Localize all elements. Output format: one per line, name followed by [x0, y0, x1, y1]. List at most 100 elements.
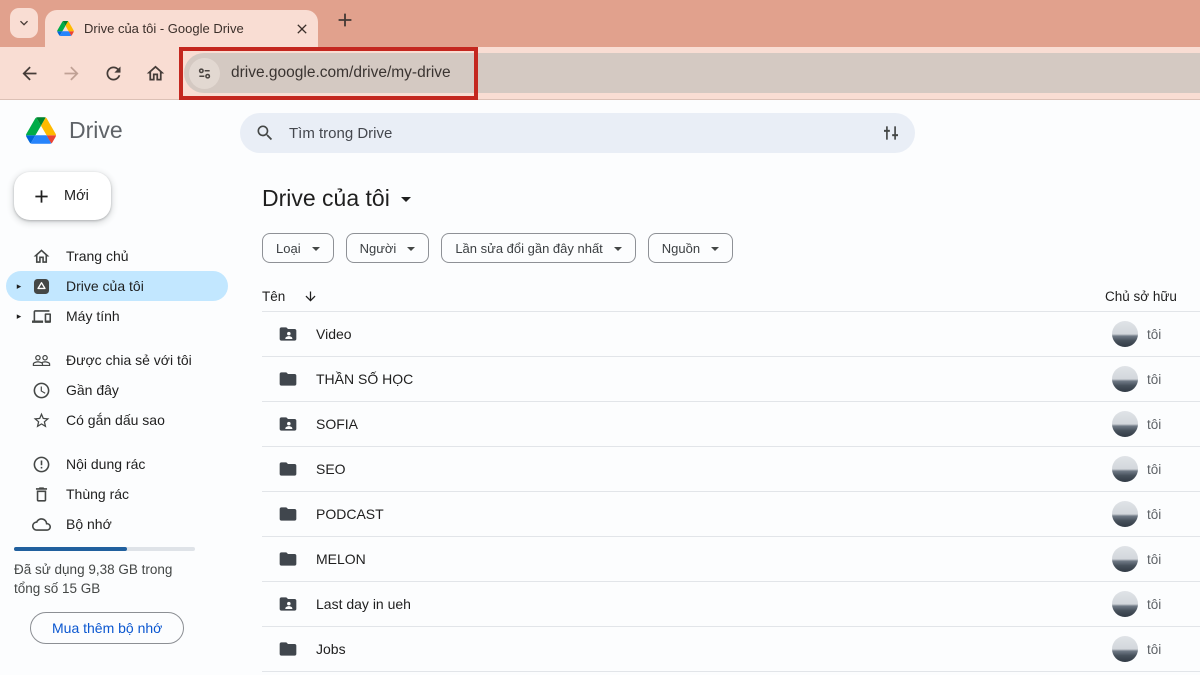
file-row[interactable]: Jobstôi [262, 627, 1200, 672]
sidebar-item-storage[interactable]: Bộ nhớ [6, 509, 228, 539]
sidebar-item-starred[interactable]: Có gắn dấu sao [6, 405, 228, 435]
filter-chip-label: Người [360, 241, 397, 256]
owner-cell: tôi [1112, 546, 1200, 572]
people-icon [32, 351, 51, 370]
file-table: Tên Chủ sở hữu VideotôiTHẦN SỐ HỌCtôiSOF… [262, 282, 1200, 672]
sidebar-item-computers[interactable]: ▸Máy tính [6, 301, 228, 331]
filter-chip-people[interactable]: Người [346, 233, 430, 263]
owner-cell: tôi [1112, 411, 1200, 437]
file-rows: VideotôiTHẦN SỐ HỌCtôiSOFIAtôiSEOtôiPODC… [262, 312, 1200, 672]
filter-chip-source[interactable]: Nguồn [648, 233, 733, 263]
owner-name: tôi [1147, 327, 1161, 342]
filter-chip-label: Lần sửa đổi gần đây nhất [455, 241, 602, 256]
sidebar-item-shared-with-me[interactable]: Được chia sẻ với tôi [6, 345, 228, 375]
main-content: Tìm trong Drive Drive của tôi Loại Người L… [240, 100, 1200, 675]
browser-toolbar: drive.google.com/drive/my-drive [0, 47, 1200, 100]
storage-progress-bar [14, 547, 195, 551]
file-name: MELON [316, 551, 366, 567]
expand-arrow-icon[interactable]: ▸ [6, 281, 32, 292]
sidebar-item-label: Thùng rác [66, 486, 129, 502]
owner-name: tôi [1147, 372, 1161, 387]
owner-name: tôi [1147, 507, 1161, 522]
tab-search-button[interactable] [10, 8, 38, 38]
sidebar-nav-primary: Trang chủ ▸ Drive của tôi ▸Máy tính [0, 241, 240, 331]
new-button[interactable]: Mới [14, 172, 111, 220]
sidebar-item-label: Drive của tôi [66, 278, 144, 294]
address-bar[interactable]: drive.google.com/drive/my-drive [184, 53, 1200, 93]
file-row[interactable]: Last day in uehtôi [262, 582, 1200, 627]
dropdown-caret-icon [711, 247, 719, 251]
url-text: drive.google.com/drive/my-drive [231, 64, 451, 82]
page-title: Drive của tôi [262, 185, 390, 212]
owner-cell: tôi [1112, 321, 1200, 347]
back-button[interactable] [11, 55, 47, 91]
owner-avatar [1112, 546, 1138, 572]
owner-name: tôi [1147, 642, 1161, 657]
back-arrow-icon [19, 63, 40, 84]
app-name: Drive [69, 117, 123, 144]
filter-chip-type[interactable]: Loại [262, 233, 334, 263]
tab-title: Drive của tôi - Google Drive [84, 21, 292, 36]
tab-strip: Drive của tôi - Google Drive [0, 0, 1200, 47]
search-placeholder: Tìm trong Drive [289, 125, 881, 142]
folder-icon [278, 639, 298, 659]
sidebar-item-label: Nội dung rác [66, 456, 145, 472]
filter-chip-modified[interactable]: Lần sửa đổi gần đây nhất [441, 233, 635, 263]
filter-chip-label: Nguồn [662, 241, 700, 256]
storage-section: Đã sử dụng 9,38 GB trong tổng số 15 GB M… [0, 547, 240, 644]
owner-name: tôi [1147, 462, 1161, 477]
file-row[interactable]: MELON tôi [262, 537, 1200, 582]
sidebar-item-home[interactable]: Trang chủ [6, 241, 228, 271]
file-row[interactable]: PODCASTtôi [262, 492, 1200, 537]
file-row[interactable]: THẦN SỐ HỌCtôi [262, 357, 1200, 402]
sort-direction-icon[interactable] [303, 289, 318, 304]
storage-usage-text: Đã sử dụng 9,38 GB trong tổng số 15 GB [14, 560, 200, 598]
sidebar-item-spam[interactable]: Nội dung rác [6, 449, 228, 479]
sidebar-nav-tertiary: Nội dung rác Thùng rác Bộ nhớ [0, 449, 240, 539]
tab-close-button[interactable] [292, 19, 312, 39]
file-row[interactable]: SEO tôi [262, 447, 1200, 492]
sidebar-item-my-drive[interactable]: ▸ Drive của tôi [6, 271, 228, 301]
file-name: SEO [316, 461, 346, 477]
browser-tab[interactable]: Drive của tôi - Google Drive [45, 10, 318, 47]
drive-search-bar[interactable]: Tìm trong Drive [240, 113, 915, 153]
close-icon [294, 21, 310, 37]
devices-icon [32, 307, 51, 326]
owner-cell: tôi [1112, 501, 1200, 527]
shared-folder-icon [278, 414, 298, 434]
owner-cell: tôi [1112, 456, 1200, 482]
file-name: Video [316, 326, 352, 342]
file-row[interactable]: Video tôi [262, 312, 1200, 357]
owner-avatar [1112, 366, 1138, 392]
page-title-dropdown[interactable]: Drive của tôi [262, 183, 411, 213]
advanced-search-button[interactable] [881, 122, 903, 144]
folder-icon [278, 369, 298, 389]
forward-button[interactable] [53, 55, 89, 91]
file-row[interactable]: SOFIAtôi [262, 402, 1200, 447]
name-column-header[interactable]: Tên [262, 289, 285, 304]
sidebar-item-trash[interactable]: Thùng rác [6, 479, 228, 509]
owner-avatar [1112, 501, 1138, 527]
home-icon [145, 63, 166, 84]
site-controls-button[interactable] [189, 58, 220, 89]
filter-chip-label: Loại [276, 241, 301, 256]
dropdown-caret-icon [401, 197, 411, 202]
owner-avatar [1112, 591, 1138, 617]
buy-storage-button[interactable]: Mua thêm bộ nhớ [30, 612, 184, 644]
owner-name: tôi [1147, 417, 1161, 432]
expand-arrow-icon[interactable]: ▸ [6, 311, 32, 322]
dropdown-caret-icon [407, 247, 415, 251]
reload-button[interactable] [95, 55, 131, 91]
drive-brand: Drive [0, 114, 240, 146]
my-drive-icon [32, 277, 51, 296]
spam-icon [32, 455, 51, 474]
clock-icon [32, 381, 51, 400]
owner-avatar [1112, 456, 1138, 482]
sidebar-item-label: Trang chủ [66, 248, 129, 264]
sidebar-item-recent[interactable]: Gần đây [6, 375, 228, 405]
new-tab-button[interactable] [332, 7, 358, 33]
home-button[interactable] [137, 55, 173, 91]
browser-window: Drive của tôi - Google Drive drive.googl… [0, 0, 1200, 675]
search-icon [255, 123, 275, 143]
reload-icon [103, 63, 124, 84]
